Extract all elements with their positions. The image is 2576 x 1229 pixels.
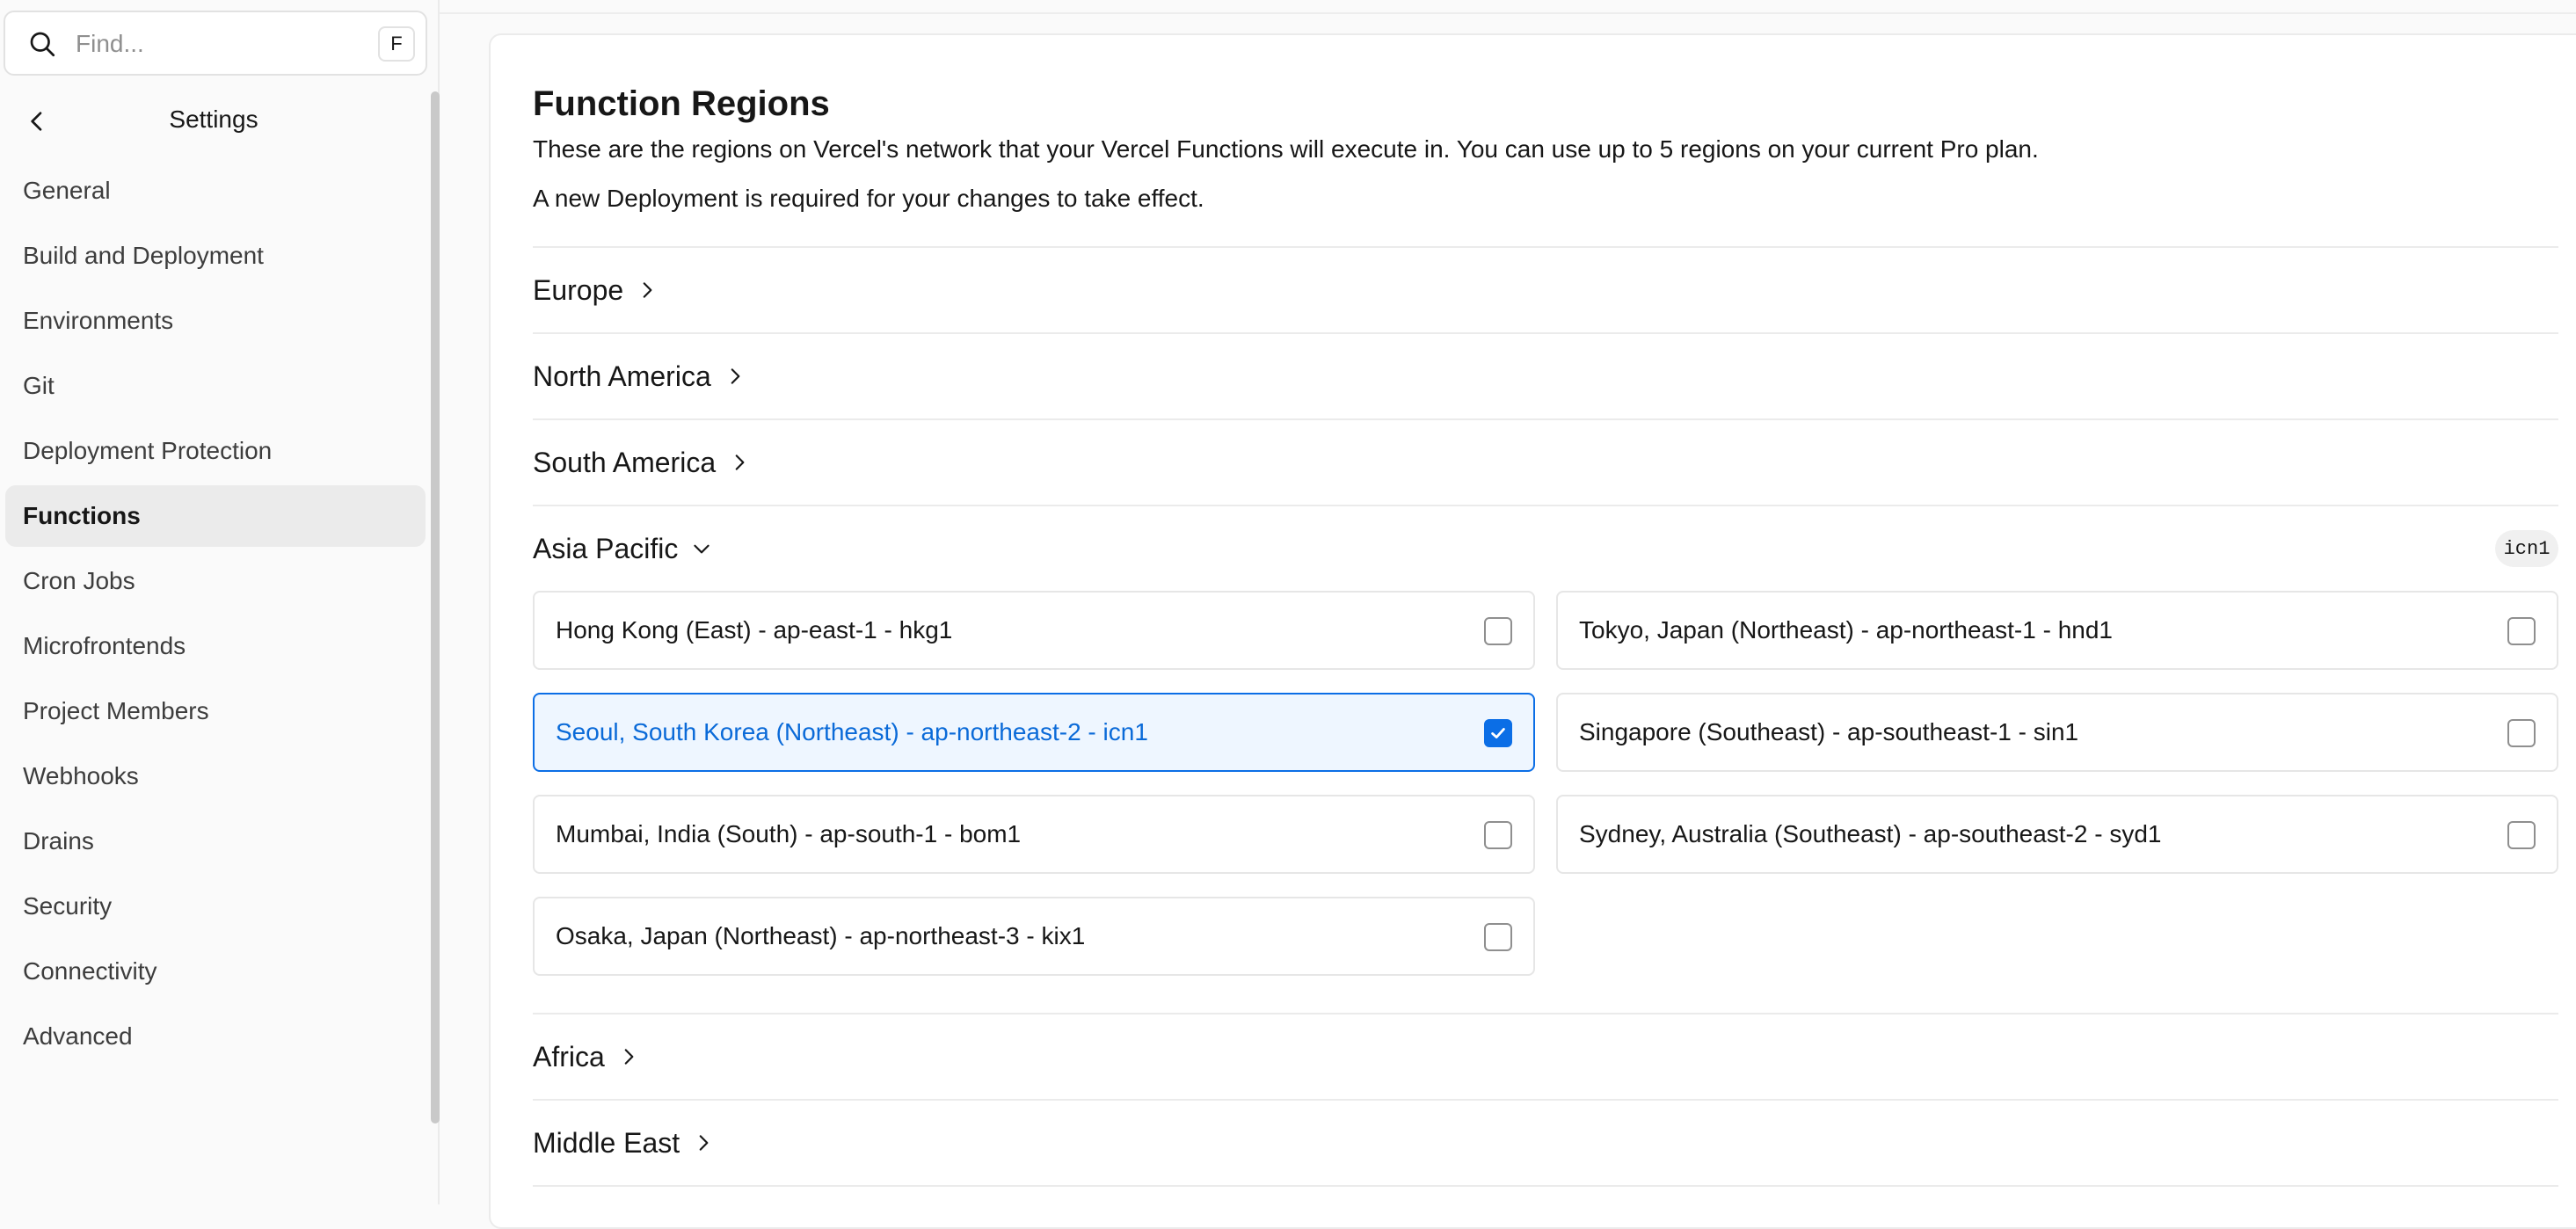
search-box[interactable]: F: [4, 11, 427, 76]
region-group-middle-east[interactable]: Middle East: [533, 1120, 715, 1166]
regions-description: These are the regions on Vercel's networ…: [533, 135, 2039, 163]
region-group-north-america[interactable]: North America: [533, 353, 746, 399]
region-group-label: Africa: [533, 1040, 605, 1073]
region-group-asia-pacific[interactable]: Asia Pacific: [533, 526, 713, 571]
sidebar-item-build-and-deployment[interactable]: Build and Deployment: [5, 225, 426, 287]
settings-header: Settings: [0, 95, 427, 148]
sidebar-item-environments[interactable]: Environments: [5, 290, 426, 352]
settings-nav: General Build and Deployment Environment…: [5, 160, 426, 1071]
divider: [533, 246, 2558, 248]
region-group-europe[interactable]: Europe: [533, 267, 659, 313]
checkmark-icon: [1491, 728, 1505, 738]
region-checkbox[interactable]: [1484, 719, 1512, 747]
divider: [533, 418, 2558, 420]
region-option-label: Tokyo, Japan (Northeast) - ap-northeast-…: [1579, 616, 2113, 644]
region-group-africa[interactable]: Africa: [533, 1034, 640, 1080]
chevron-right-icon: [731, 368, 740, 384]
deployment-note: A new Deployment is required for your ch…: [533, 185, 1204, 212]
sidebar-item-security[interactable]: Security: [5, 876, 426, 937]
search-input[interactable]: [76, 25, 366, 63]
region-option-label: Hong Kong (East) - ap-east-1 - hkg1: [556, 616, 953, 644]
sidebar-item-general[interactable]: General: [5, 160, 426, 222]
region-option-hkg1[interactable]: Hong Kong (East) - ap-east-1 - hkg1: [533, 591, 1535, 670]
page-title: Function Regions: [533, 84, 830, 123]
region-option-hnd1[interactable]: Tokyo, Japan (Northeast) - ap-northeast-…: [1556, 591, 2558, 670]
region-option-bom1[interactable]: Mumbai, India (South) - ap-south-1 - bom…: [533, 795, 1535, 874]
region-checkbox[interactable]: [2507, 617, 2536, 645]
region-checkbox[interactable]: [1484, 617, 1512, 645]
chevron-right-icon: [643, 282, 652, 298]
region-group-south-america[interactable]: South America: [533, 440, 751, 485]
region-group-label: Middle East: [533, 1126, 680, 1159]
sidebar-scrollbar[interactable]: [431, 91, 440, 1124]
region-option-label: Seoul, South Korea (Northeast) - ap-nort…: [556, 718, 1148, 745]
sidebar-item-advanced[interactable]: Advanced: [5, 1006, 426, 1067]
sidebar-item-connectivity[interactable]: Connectivity: [5, 941, 426, 1002]
sidebar-item-drains[interactable]: Drains: [5, 811, 426, 872]
region-option-sin1[interactable]: Singapore (Southeast) - ap-southeast-1 -…: [1556, 693, 2558, 772]
region-option-label: Sydney, Australia (Southeast) - ap-south…: [1579, 820, 2162, 847]
divider: [533, 1013, 2558, 1014]
search-icon: [30, 32, 55, 57]
region-option-label: Mumbai, India (South) - ap-south-1 - bom…: [556, 820, 1022, 847]
region-option-syd1[interactable]: Sydney, Australia (Southeast) - ap-south…: [1556, 795, 2558, 874]
sidebar-item-project-members[interactable]: Project Members: [5, 680, 426, 742]
region-option-icn1[interactable]: Seoul, South Korea (Northeast) - ap-nort…: [533, 693, 1535, 772]
sidebar-item-functions[interactable]: Functions: [5, 485, 426, 547]
chevron-right-icon: [735, 455, 745, 470]
region-checkbox[interactable]: [1484, 821, 1512, 849]
chevron-left-icon[interactable]: [23, 107, 51, 135]
search-shortcut-key: F: [378, 26, 415, 62]
selected-region-badge: icn1: [2495, 530, 2558, 567]
divider: [533, 505, 2558, 506]
divider: [533, 1185, 2558, 1187]
settings-sidebar: F Settings General Build and Deployment …: [0, 0, 440, 1204]
region-group-label: Europe: [533, 273, 624, 306]
region-checkbox[interactable]: [2507, 719, 2536, 747]
region-group-label: North America: [533, 360, 711, 392]
divider: [533, 1099, 2558, 1101]
divider: [533, 332, 2558, 334]
chevron-right-icon: [624, 1049, 634, 1065]
region-checkbox[interactable]: [1484, 923, 1512, 951]
region-group-label: Asia Pacific: [533, 532, 679, 564]
region-option-label: Osaka, Japan (Northeast) - ap-northeast-…: [556, 922, 1086, 949]
chevron-down-icon: [694, 544, 710, 554]
region-option-kix1[interactable]: Osaka, Japan (Northeast) - ap-northeast-…: [533, 897, 1535, 976]
sidebar-item-git[interactable]: Git: [5, 355, 426, 417]
region-group-label: South America: [533, 446, 717, 478]
sidebar-item-webhooks[interactable]: Webhooks: [5, 745, 426, 807]
chevron-right-icon: [699, 1135, 709, 1151]
settings-title: Settings: [169, 105, 258, 133]
sidebar-item-deployment-protection[interactable]: Deployment Protection: [5, 420, 426, 482]
region-checkbox[interactable]: [2507, 821, 2536, 849]
sidebar-item-cron-jobs[interactable]: Cron Jobs: [5, 550, 426, 612]
sidebar-item-microfrontends[interactable]: Microfrontends: [5, 615, 426, 677]
region-option-label: Singapore (Southeast) - ap-southeast-1 -…: [1579, 718, 2079, 745]
top-strip: [440, 0, 2576, 14]
